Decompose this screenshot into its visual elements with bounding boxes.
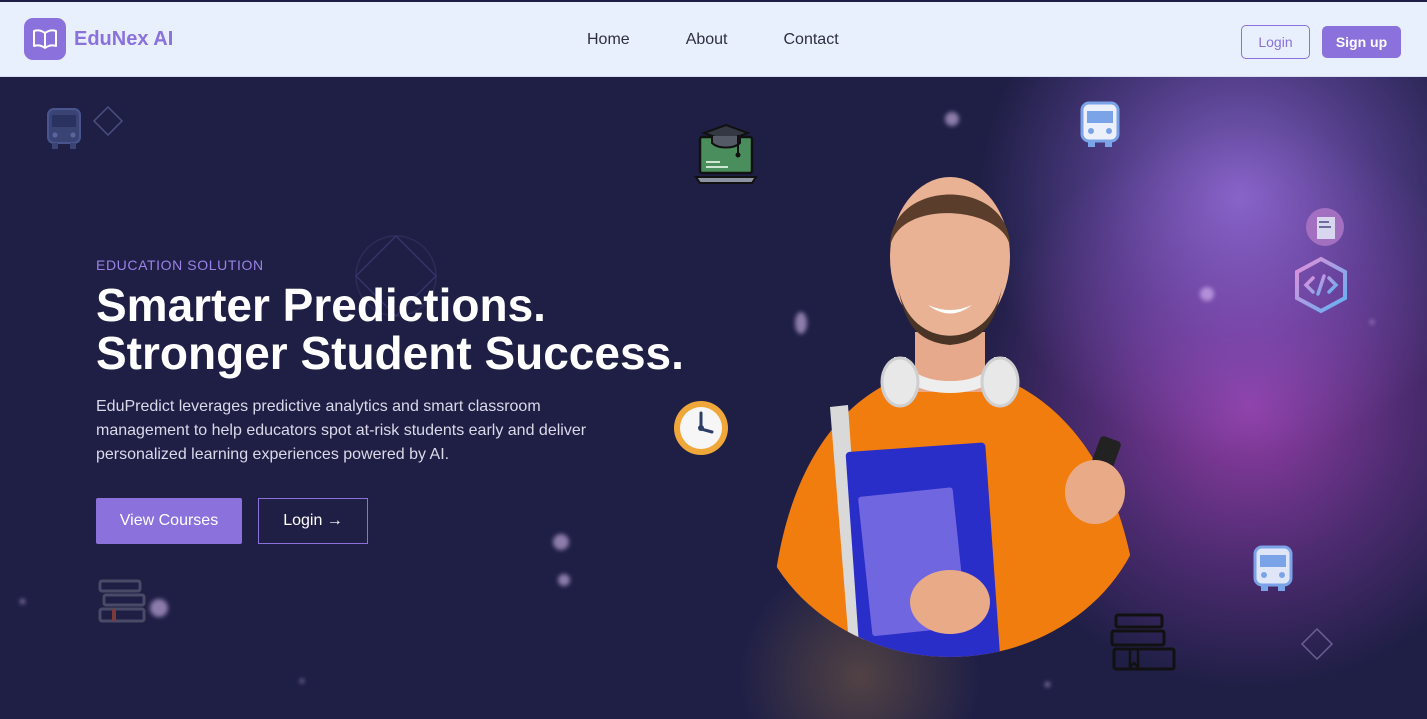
top-navbar: EduNex AI Home About Contact Login Sign … bbox=[0, 2, 1427, 77]
hero-headline: Smarter Predictions. Stronger Student Su… bbox=[96, 281, 776, 377]
brand[interactable]: EduNex AI bbox=[24, 18, 173, 60]
bokeh-dot bbox=[1200, 287, 1214, 301]
bokeh-dot bbox=[553, 534, 569, 550]
graduation-laptop-icon bbox=[694, 123, 758, 184]
book-stack-icon bbox=[1110, 613, 1176, 671]
bus-icon bbox=[1080, 101, 1120, 147]
brand-name: EduNex AI bbox=[74, 27, 174, 50]
bokeh-dot bbox=[558, 574, 570, 586]
nav-link-home[interactable]: Home bbox=[587, 31, 630, 49]
hero-section: EDUCATION SOLUTION Smarter Predictions. … bbox=[0, 77, 1427, 719]
student-photo bbox=[770, 177, 1140, 657]
clock-icon bbox=[674, 401, 728, 455]
bokeh-dot bbox=[150, 599, 168, 617]
login-button[interactable]: Login bbox=[1241, 25, 1310, 59]
bokeh-dot bbox=[20, 599, 25, 604]
hero-eyebrow: EDUCATION SOLUTION bbox=[96, 257, 264, 273]
classroom-board-icon bbox=[1306, 208, 1344, 246]
diamond-icon bbox=[92, 105, 124, 137]
main-menu: Home About Contact bbox=[587, 31, 839, 49]
bus-icon bbox=[47, 108, 81, 149]
book-stack-icon bbox=[98, 579, 146, 623]
diamond-icon bbox=[1300, 627, 1334, 661]
open-book-icon bbox=[24, 18, 66, 60]
signup-button[interactable]: Sign up bbox=[1322, 26, 1401, 58]
headline-line-2: Stronger Student Success. bbox=[96, 327, 684, 379]
bus-icon bbox=[1253, 545, 1293, 591]
hero-login-button[interactable]: Login → bbox=[258, 498, 368, 544]
code-hexagon-icon bbox=[1295, 256, 1347, 314]
headline-line-1: Smarter Predictions. bbox=[96, 279, 546, 331]
view-courses-button[interactable]: View Courses bbox=[96, 498, 242, 544]
bokeh-dot bbox=[1370, 320, 1374, 324]
bokeh-dot bbox=[300, 679, 304, 683]
bokeh-dot bbox=[1045, 682, 1050, 687]
nav-link-contact[interactable]: Contact bbox=[784, 31, 839, 49]
nav-link-about[interactable]: About bbox=[686, 31, 728, 49]
bokeh-dot bbox=[945, 112, 959, 126]
hero-description: EduPredict leverages predictive analytic… bbox=[96, 398, 587, 463]
